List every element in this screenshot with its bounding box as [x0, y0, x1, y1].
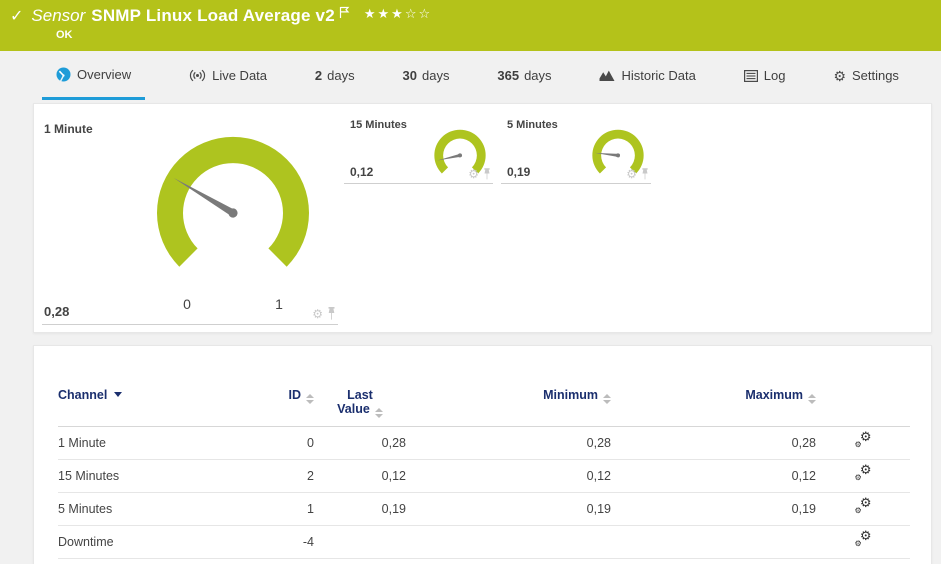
channel-settings-icon[interactable]: ⚙ ⚙	[855, 463, 872, 482]
column-header-last-value[interactable]: Last Value	[314, 378, 406, 427]
live-data-icon	[189, 69, 206, 82]
tab-number: 2	[314, 68, 323, 83]
column-header-id[interactable]: ID	[228, 378, 314, 427]
channel-maximum: 0,28	[611, 426, 816, 460]
log-icon	[743, 69, 758, 82]
gauge-title: 15 Minutes	[350, 119, 407, 131]
tab-number: 30	[402, 68, 417, 83]
gauge-value: 0,19	[507, 165, 531, 179]
gauge-settings-icon[interactable]: ⚙	[626, 168, 637, 180]
tab-label: Log	[763, 68, 786, 83]
overview-gauge-icon	[56, 67, 71, 82]
gauge-tools: ⚙	[312, 307, 336, 320]
pin-icon[interactable]	[327, 307, 336, 320]
gauge-tools: ⚙	[468, 168, 491, 180]
tab-30-days[interactable]: 30 days	[399, 51, 454, 100]
sensor-title: SNMP Linux Load Average v2	[91, 6, 335, 25]
tab-settings[interactable]: ⚙ Settings	[829, 51, 903, 100]
gauge-arc	[157, 136, 309, 267]
gauge-title: 1 Minute	[44, 122, 93, 136]
channel-last-value: 0,28	[314, 426, 406, 460]
tab-label: Overview	[77, 66, 132, 82]
tab-label: days	[327, 68, 355, 83]
channel-last-value	[314, 525, 406, 559]
tab-bar: Overview Live Data 2 days 30 days 365 da…	[0, 51, 941, 100]
prtg-sensor-page: ✓ Sensor SNMP Linux Load Average v2 ★★★☆…	[0, 0, 941, 564]
gauge-1-minute: 1 Minute 0 1 0,28 ⚙	[42, 114, 338, 325]
channel-id: 0	[228, 426, 314, 460]
sort-icon	[306, 394, 314, 404]
table-row: 5 Minutes 1 0,19 0,19 0,19 ⚙ ⚙	[58, 492, 910, 526]
channel-settings-icon[interactable]: ⚙ ⚙	[855, 430, 872, 449]
tab-label: Live Data	[212, 68, 268, 83]
gauge-value: 0,28	[44, 304, 70, 319]
channel-id: 1	[228, 492, 314, 526]
table-row: 1 Minute 0 0,28 0,28 0,28 ⚙ ⚙	[58, 426, 910, 460]
column-header-channel[interactable]: Channel	[58, 378, 228, 427]
channel-name: 15 Minutes	[58, 459, 228, 493]
channel-id: 2	[228, 459, 314, 493]
gauge-title: 5 Minutes	[507, 119, 558, 131]
gauge-settings-icon[interactable]: ⚙	[312, 308, 323, 320]
pin-icon[interactable]	[483, 168, 491, 180]
channel-minimum	[406, 525, 611, 559]
status-check-icon: ✓	[10, 8, 24, 25]
channel-settings-icon[interactable]: ⚙ ⚙	[855, 496, 872, 515]
flag-icon[interactable]	[339, 6, 350, 19]
gauge-scale-min: 0	[183, 296, 191, 312]
historic-data-icon	[599, 70, 615, 81]
tab-2-days[interactable]: 2 days	[311, 51, 359, 100]
table-row: Downtime -4 ⚙ ⚙	[58, 525, 910, 559]
gauge-tools: ⚙	[626, 168, 649, 180]
gauge-settings-icon[interactable]: ⚙	[468, 168, 479, 180]
channel-name: Downtime	[58, 525, 228, 559]
gauge-scale-max: 1	[275, 296, 283, 312]
channel-maximum: 0,12	[611, 459, 816, 493]
sensor-kind-label: Sensor	[31, 6, 86, 25]
pin-icon[interactable]	[641, 168, 649, 180]
tab-365-days[interactable]: 365 days	[493, 51, 555, 100]
sort-icon	[603, 394, 611, 404]
tab-label: Settings	[851, 68, 899, 83]
channel-name: 5 Minutes	[58, 492, 228, 526]
tab-label: Historic Data	[621, 68, 696, 83]
tab-live-data[interactable]: Live Data	[185, 51, 271, 100]
gauge-5-minutes: 5 Minutes 0,19 ⚙	[501, 114, 651, 184]
channel-maximum	[611, 525, 816, 559]
tab-overview[interactable]: Overview	[42, 51, 146, 100]
channel-id: -4	[228, 525, 314, 559]
channel-name: 1 Minute	[58, 426, 228, 460]
channel-minimum: 0,12	[406, 459, 611, 493]
tab-label: days	[524, 68, 552, 83]
column-header-minimum[interactable]: Minimum	[406, 378, 611, 427]
gauges-panel: 1 Minute 0 1 0,28 ⚙ 15 Minutes 0,12 ⚙ 5 …	[33, 103, 932, 333]
column-header-maximum[interactable]: Maximum	[611, 378, 816, 427]
column-header-actions	[816, 378, 910, 427]
tab-number: 365	[497, 68, 520, 83]
channel-table-panel: Channel ID Last Value Minimum Maximum 1 …	[33, 345, 932, 564]
priority-stars[interactable]: ★★★☆☆	[364, 6, 432, 22]
status-badge: OK	[56, 29, 73, 41]
gauge-value: 0,12	[350, 165, 374, 179]
channel-table: Channel ID Last Value Minimum Maximum 1 …	[58, 378, 910, 559]
sensor-status-bar: ✓ Sensor SNMP Linux Load Average v2 ★★★☆…	[0, 0, 941, 51]
tab-historic-data[interactable]: Historic Data	[595, 51, 699, 100]
sort-icon	[808, 394, 816, 404]
channel-last-value: 0,12	[314, 459, 406, 493]
channel-maximum: 0,19	[611, 492, 816, 526]
tab-log[interactable]: Log	[740, 51, 790, 100]
table-row: 15 Minutes 2 0,12 0,12 0,12 ⚙ ⚙	[58, 459, 910, 493]
gauge-15-minutes: 15 Minutes 0,12 ⚙	[344, 114, 493, 184]
channel-last-value: 0,19	[314, 492, 406, 526]
channel-minimum: 0,19	[406, 492, 611, 526]
gauge-chart: 0 1	[157, 136, 309, 312]
settings-gear-icon: ⚙	[833, 67, 846, 84]
sort-icon	[374, 408, 383, 418]
sort-desc-icon	[114, 392, 123, 397]
channel-settings-icon[interactable]: ⚙ ⚙	[855, 529, 872, 548]
tab-label: days	[422, 68, 450, 83]
channel-minimum: 0,28	[406, 426, 611, 460]
